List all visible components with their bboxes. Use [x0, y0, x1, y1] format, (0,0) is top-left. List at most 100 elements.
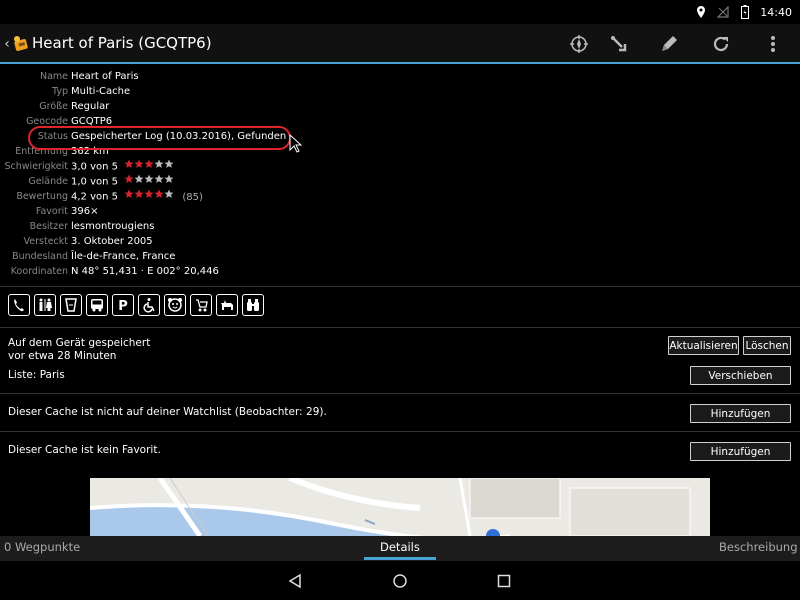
binoculars-icon[interactable] [242, 294, 264, 316]
bottom-tab-bar: 0 Wegpunkte Details Beschreibung [0, 536, 800, 561]
mouse-pointer-icon [289, 133, 303, 154]
detail-label: Favorit [35, 206, 68, 217]
star-empty-icon [164, 189, 174, 199]
detail-value[interactable]: N 48° 51,431 · E 002° 20,446 [71, 264, 219, 279]
detail-value: 396× [71, 206, 99, 217]
compass-icon[interactable] [566, 31, 592, 57]
home-nav-icon[interactable] [390, 571, 410, 591]
app-logo-icon[interactable] [11, 34, 29, 52]
divider [0, 327, 800, 328]
terrain-stars [124, 174, 174, 189]
detail-value-group: 4,2 von 5 (85) [71, 189, 203, 205]
detail-row-owner: Besitzer lesmontrougiens [0, 219, 800, 234]
attribute-icons: P [8, 294, 264, 316]
star-filled-icon [154, 189, 164, 199]
detail-row-favorite: Favorit 396× [0, 204, 800, 219]
detail-label: Bundesland [12, 251, 68, 262]
detail-label: Koordinaten [10, 266, 68, 277]
restroom-icon[interactable] [34, 294, 56, 316]
delete-button[interactable]: Löschen [743, 336, 791, 355]
rating-stars [124, 189, 174, 204]
add-watchlist-button[interactable]: Hinzufügen [690, 404, 791, 423]
back-nav-icon[interactable] [285, 571, 305, 591]
drinking-water-icon[interactable] [60, 294, 82, 316]
move-button[interactable]: Verschieben [690, 366, 791, 385]
map-preview[interactable] [90, 478, 710, 536]
status-bar: 14:40 [0, 0, 800, 24]
detail-row-size: Größe Regular [0, 99, 800, 114]
add-favorite-button[interactable]: Hinzufügen [690, 442, 791, 461]
page-title: Heart of Paris (GCQTP6) [32, 34, 212, 52]
detail-row-rating: Bewertung 4,2 von 5 (85) [0, 189, 800, 204]
star-empty-icon [134, 174, 144, 184]
detail-label: Besitzer [29, 221, 68, 232]
detail-label: Gelände [28, 176, 68, 187]
tab-description[interactable]: Beschreibung [719, 540, 798, 554]
detail-value: Heart of Paris [71, 71, 139, 82]
star-filled-icon [144, 189, 154, 199]
detail-label: Name [39, 71, 68, 82]
star-filled-icon [124, 174, 134, 184]
detail-label: Typ [52, 86, 68, 97]
detail-row-type: Typ Multi-Cache [0, 84, 800, 99]
overflow-menu-icon[interactable] [760, 31, 786, 57]
tab-details[interactable]: Details [380, 540, 420, 554]
star-filled-icon [134, 189, 144, 199]
detail-label: Versteckt [23, 236, 68, 247]
detail-row-state: Bundesland Île-de-France, France [0, 249, 800, 264]
star-empty-icon [154, 174, 164, 184]
parking-icon[interactable]: P [112, 294, 134, 316]
system-navigation-bar [0, 561, 800, 600]
favorite-text: Dieser Cache ist kein Favorit. [8, 444, 161, 456]
star-empty-icon [154, 159, 164, 169]
star-filled-icon [134, 159, 144, 169]
bus-icon[interactable] [86, 294, 108, 316]
vote-count: (85) [182, 191, 203, 203]
star-empty-icon [164, 159, 174, 169]
detail-row-hidden: Versteckt 3. Oktober 2005 [0, 234, 800, 249]
active-tab-indicator [364, 557, 436, 560]
detail-value: 4,2 von 5 [71, 191, 118, 203]
detail-value: Île-de-France, France [71, 251, 176, 262]
detail-value: Multi-Cache [71, 86, 131, 97]
star-empty-icon [144, 174, 154, 184]
detail-value: 3,0 von 5 [71, 161, 118, 173]
detail-value[interactable]: lesmontrougiens [71, 219, 154, 234]
navigate-icon[interactable] [606, 31, 632, 57]
star-filled-icon [144, 159, 154, 169]
refresh-icon[interactable] [708, 31, 734, 57]
action-bar: ‹ Heart of Paris (GCQTP6) [0, 24, 800, 64]
detail-row-name: Name Heart of Paris [0, 69, 800, 84]
list-name-text: Liste: Paris [8, 369, 65, 381]
status-highlight-annotation [28, 126, 291, 150]
wheelchair-icon[interactable] [138, 294, 160, 316]
location-icon [694, 5, 708, 19]
detail-value-group: 3,0 von 5 [71, 159, 174, 175]
divider [0, 431, 800, 432]
battery-icon [738, 5, 752, 19]
detail-row-coordinates: Koordinaten N 48° 51,431 · E 002° 20,446 [0, 264, 800, 279]
tab-waypoints[interactable]: 0 Wegpunkte [4, 540, 80, 554]
detail-value: 1,0 von 5 [71, 176, 118, 188]
edit-icon[interactable] [656, 31, 682, 57]
svg-text:P: P [118, 299, 128, 313]
signal-icon [716, 5, 730, 19]
detail-value-group: 1,0 von 5 [71, 174, 174, 190]
star-empty-icon [164, 174, 174, 184]
dog-icon[interactable] [216, 294, 238, 316]
clock: 14:40 [760, 5, 792, 19]
stored-time-text: vor etwa 28 Minuten [8, 350, 117, 362]
stored-on-device-text: Auf dem Gerät gespeichert [8, 337, 151, 349]
detail-row-difficulty: Schwierigkeit 3,0 von 5 [0, 159, 800, 174]
detail-row-terrain: Gelände 1,0 von 5 [0, 174, 800, 189]
detail-value: 3. Oktober 2005 [71, 236, 153, 247]
kids-icon[interactable] [164, 294, 186, 316]
divider [0, 286, 800, 287]
divider [0, 393, 800, 394]
watchlist-text: Dieser Cache ist nicht auf deiner Watchl… [8, 406, 327, 418]
stroller-icon[interactable] [190, 294, 212, 316]
difficulty-stars [124, 159, 174, 174]
recents-nav-icon[interactable] [494, 571, 514, 591]
phone-icon[interactable] [8, 294, 30, 316]
refresh-button[interactable]: Aktualisieren [668, 336, 739, 355]
